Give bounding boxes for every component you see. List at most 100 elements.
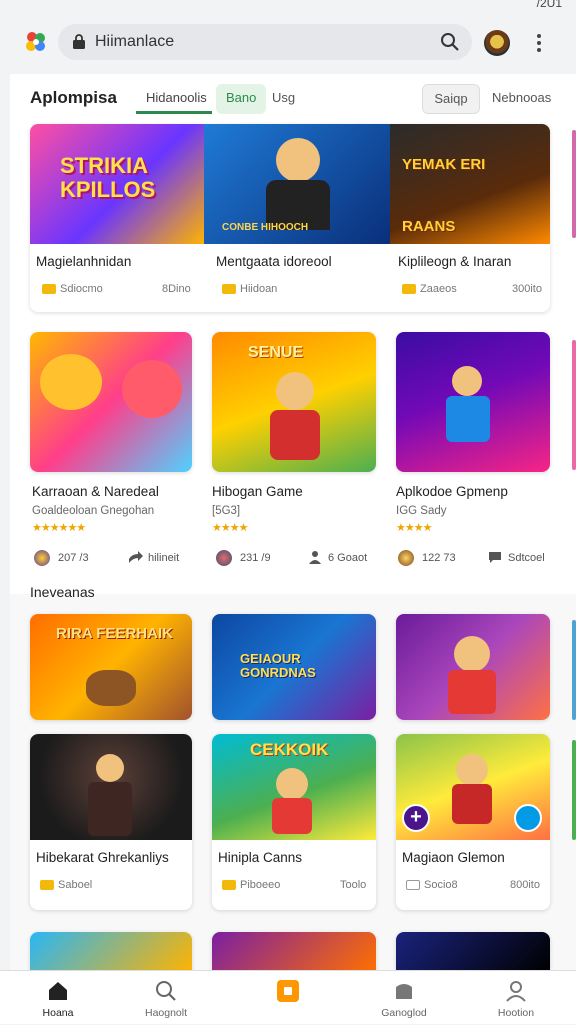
- game-thumbnail[interactable]: RIRA FEERHAIK: [30, 614, 192, 720]
- character-art: [40, 354, 102, 410]
- game-title: Hibekarat Ghrekanliys: [36, 850, 169, 865]
- profile-avatar[interactable]: [484, 30, 510, 56]
- game-card[interactable]: Hibekarat Ghrekanliys Saboel: [30, 734, 192, 910]
- download-count: 122 73: [422, 552, 456, 564]
- featured-title: Magielanhnidan: [36, 254, 132, 269]
- developer-avatar: [34, 550, 50, 566]
- price-badge-icon: [222, 284, 236, 294]
- thumbnail-art-text: GEIAOUR GONRDNAS: [240, 651, 316, 680]
- nav-library[interactable]: Ganoglod: [354, 971, 454, 1025]
- developer-avatar: [398, 550, 414, 566]
- nav-center[interactable]: [238, 971, 338, 1025]
- developer-avatar: [216, 550, 232, 566]
- game-thumbnail: CEKKOIK: [212, 734, 376, 840]
- nav-profile[interactable]: Hootion: [466, 971, 566, 1025]
- character-art: [452, 366, 482, 396]
- character-art: [86, 670, 136, 706]
- rating-stars: ★★★★: [212, 522, 248, 534]
- add-icon[interactable]: +: [402, 804, 430, 832]
- game-title: Hibogan Game: [212, 484, 303, 499]
- character-art: [454, 636, 490, 672]
- share-icon[interactable]: [128, 550, 144, 564]
- character-art: [88, 782, 132, 836]
- section-title: Ineveanas: [30, 584, 95, 600]
- featured-art-text: STRIKIA KPILLOS: [60, 153, 156, 202]
- search-icon[interactable]: [440, 32, 460, 52]
- thumbnail-art-text: RIRA FEERHAIK: [56, 625, 173, 642]
- game-meta: Saboel: [58, 879, 93, 891]
- featured-title: Mentgaata idoreool: [216, 254, 332, 269]
- tab-done[interactable]: Bano: [216, 84, 267, 114]
- featured-art-text: YEMAK ERI RAANS: [402, 156, 486, 235]
- featured-thumbnail: CONBE HIHOOCH: [204, 124, 390, 244]
- nav-label: Hoana: [42, 1007, 74, 1019]
- status-time: /2U1: [536, 0, 562, 10]
- tab-search[interactable]: Saiqp: [422, 84, 480, 114]
- next-item-peek: [572, 620, 576, 720]
- thumbnail-art-text: CEKKOIK: [250, 740, 329, 759]
- bottom-navigation: Hoana Haognolt Ganoglod Hootion: [0, 970, 576, 1024]
- featured-thumbnail: YEMAK ERI RAANS: [390, 124, 550, 244]
- tab-home[interactable]: Hidanoolis: [136, 84, 212, 114]
- price-badge-icon: [42, 284, 56, 294]
- price-badge-icon: [40, 880, 54, 890]
- game-thumbnail[interactable]: SENUE: [212, 332, 376, 472]
- game-card[interactable]: + Magiaon Glemon Socio8 800ito: [396, 734, 550, 910]
- featured-title: Kiplileogn & Inaran: [398, 254, 512, 269]
- character-art: [272, 798, 312, 834]
- character-art: [96, 754, 124, 782]
- character-art: [452, 784, 492, 824]
- rating-stars: ★★★★★★: [32, 522, 86, 534]
- game-meta: 800ito: [510, 879, 540, 891]
- price-badge-icon: [402, 284, 416, 294]
- play-store-icon: [277, 980, 299, 1002]
- character-art: [448, 670, 496, 714]
- featured-meta: 300ito: [512, 283, 542, 295]
- search-text: Hiimanlace: [95, 33, 175, 50]
- user-icon[interactable]: [308, 550, 322, 564]
- featured-meta: Zaaeos: [420, 283, 457, 295]
- featured-meta: Hiidoan: [240, 283, 278, 295]
- nav-label: Haognolt: [144, 1007, 188, 1019]
- tab-used[interactable]: Usg: [262, 84, 305, 114]
- price-badge-icon: [406, 880, 420, 890]
- home-icon: [49, 982, 67, 1000]
- game-card[interactable]: CEKKOIK Hinipla Canns Piboeeo Toolo: [212, 734, 376, 910]
- rating-stars: ★★★★: [396, 522, 432, 534]
- game-thumbnail[interactable]: [396, 332, 550, 472]
- character-art: [456, 754, 488, 786]
- nav-home[interactable]: Hoana: [8, 971, 108, 1025]
- comment-icon[interactable]: [488, 551, 502, 564]
- game-thumbnail[interactable]: [30, 332, 192, 472]
- game-thumbnail[interactable]: GEIAOUR GONRDNAS: [212, 614, 376, 720]
- thumbnail-art-text: SENUE: [248, 344, 304, 361]
- nav-search[interactable]: Haognolt: [116, 971, 216, 1025]
- game-thumbnail: [30, 734, 192, 840]
- search-icon: [156, 981, 176, 1001]
- game-thumbnail[interactable]: [396, 614, 550, 720]
- game-meta: Toolo: [340, 879, 367, 891]
- game-thumbnail[interactable]: [30, 932, 192, 972]
- tab-network[interactable]: Nebnooas: [482, 84, 561, 114]
- game-thumbnail[interactable]: [212, 932, 376, 972]
- game-subtitle: [5G3]: [212, 505, 241, 517]
- download-count: 231 /9: [240, 552, 271, 564]
- featured-thumbnail: STRIKIA KPILLOS: [30, 124, 204, 244]
- character-art: [122, 360, 182, 418]
- more-options-icon[interactable]: [530, 32, 548, 54]
- character-art: [446, 396, 490, 442]
- next-item-peek: [572, 340, 576, 470]
- check-icon[interactable]: [514, 804, 542, 832]
- game-subtitle: IGG Sady: [396, 505, 447, 517]
- game-thumbnail: +: [396, 734, 550, 840]
- search-bar[interactable]: Hiimanlace: [58, 24, 472, 60]
- game-thumbnail[interactable]: [396, 932, 550, 972]
- featured-meta: 8Dino: [162, 283, 191, 295]
- featured-meta: Sdiocmo: [60, 283, 103, 295]
- character-art: [270, 410, 320, 460]
- app-logo-icon[interactable]: [24, 30, 48, 54]
- library-icon: [396, 984, 412, 999]
- game-subtitle: Goaldeoloan Gnegohan: [32, 505, 155, 517]
- browser-top-bar: Hiimanlace: [0, 10, 576, 74]
- featured-card[interactable]: STRIKIA KPILLOS CONBE HIHOOCH YEMAK ERI …: [30, 124, 550, 312]
